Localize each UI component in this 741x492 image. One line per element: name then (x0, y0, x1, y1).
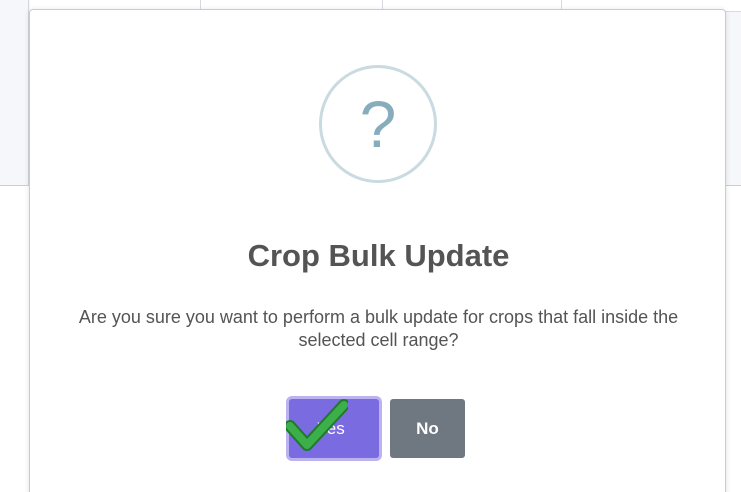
confirm-dialog: ? Crop Bulk Update Are you sure you want… (29, 9, 726, 492)
no-button[interactable]: No (390, 399, 465, 458)
screen: ? Crop Bulk Update Are you sure you want… (0, 0, 741, 492)
dialog-actions: Yes No (30, 399, 727, 459)
question-mark-icon: ? (319, 65, 437, 183)
question-mark-glyph: ? (359, 87, 397, 161)
dialog-title: Crop Bulk Update (247, 238, 510, 273)
dialog-message: Are you sure you want to perform a bulk … (78, 307, 679, 350)
yes-button[interactable]: Yes (289, 399, 379, 458)
